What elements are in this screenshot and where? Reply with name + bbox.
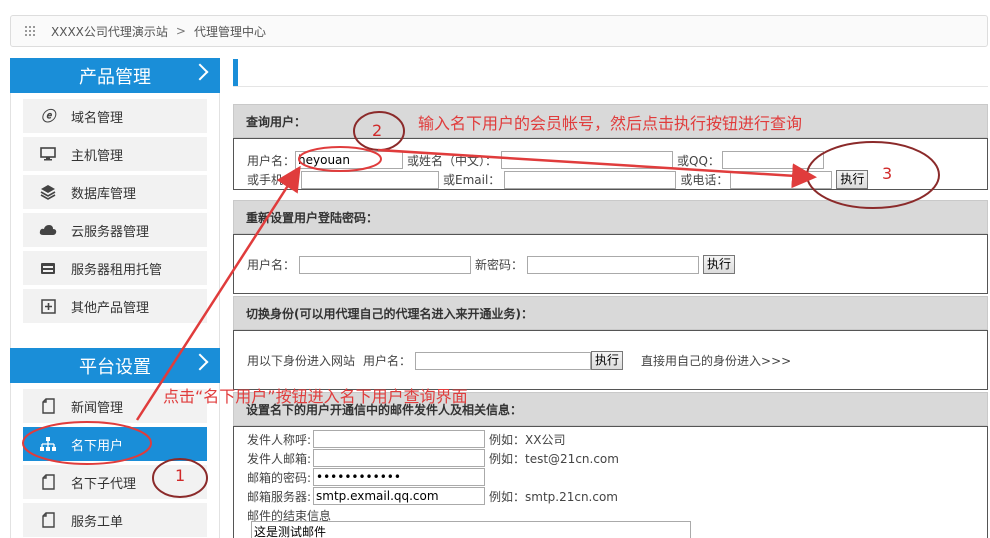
mail-row-server: 邮箱服务器: 例如：smtp.21cn.com	[247, 487, 618, 505]
query-row-2: 或手机： 或Email： 或电话： 执行	[247, 170, 869, 189]
query-username-input[interactable]	[295, 151, 404, 169]
sidebar-item-label: 云服务器管理	[71, 224, 150, 240]
layers-icon	[39, 183, 57, 201]
document-icon	[39, 473, 57, 491]
sidebar-item-server-hosting[interactable]: 服务器租用托管	[23, 251, 207, 285]
step-2-number: 2	[372, 121, 383, 140]
sidebar-item-host[interactable]: 主机管理	[23, 137, 207, 171]
switch-section-title: 切换身份(可以用代理自己的代理名进入来开通业务)：	[233, 296, 988, 330]
platform-menu-title: 平台设置	[79, 356, 151, 378]
platform-menu-header[interactable]: 平台设置	[10, 348, 220, 383]
step-1-number: 1	[175, 466, 186, 485]
switch-section: 用以下身份进入网站 用户名： 执行 直接用自己的身份进入>>>	[233, 330, 988, 390]
server-icon	[39, 259, 57, 277]
sidebar-item-label: 名下子代理	[71, 476, 137, 492]
sidebar-item-label: 其他产品管理	[71, 300, 150, 316]
sender-name-input[interactable]	[313, 430, 485, 448]
sender-email-example: 例如：test@21cn.com	[489, 451, 619, 466]
product-menu-header[interactable]: 产品管理	[10, 58, 220, 93]
sidebar-platform: 平台设置 新闻管理 名下用户 名下子代理 服务工单	[10, 348, 220, 538]
query-execute-button[interactable]: 执行	[836, 170, 869, 189]
reset-section-title: 重新设置用户登陆密码：	[233, 200, 988, 234]
username-label: 用户名：	[363, 354, 412, 368]
sender-name-label: 发件人称呼:	[247, 432, 312, 447]
sender-email-input[interactable]	[313, 449, 485, 467]
sitemap-icon	[39, 435, 57, 453]
document-icon	[39, 397, 57, 415]
phone-label: 或手机：	[247, 173, 296, 187]
mail-row-password: 邮箱的密码:	[247, 468, 485, 486]
sidebar-item-other-products[interactable]: 其他产品管理	[23, 289, 207, 323]
sidebar-item-sub-users[interactable]: 名下用户	[23, 427, 207, 461]
reset-row: 用户名： 新密码： 执行	[247, 255, 736, 274]
reset-password-input[interactable]	[527, 255, 700, 274]
query-name-input[interactable]	[501, 151, 674, 169]
mail-server-example: 例如：smtp.21cn.com	[489, 489, 618, 504]
closing-textarea[interactable]: 这是测试邮件	[251, 521, 691, 538]
page-title-marker	[233, 59, 238, 87]
reset-execute-button[interactable]: 执行	[703, 255, 736, 274]
new-password-label: 新密码：	[475, 258, 524, 272]
switch-row: 用以下身份进入网站 用户名： 执行 直接用自己的身份进入>>>	[247, 351, 791, 370]
plus-box-icon	[39, 297, 57, 315]
mail-row-sender-email: 发件人邮箱: 例如：test@21cn.com	[247, 449, 619, 467]
query-row-1: 用户名： 或姓名（中文）： 或QQ：	[247, 151, 824, 169]
sidebar-product: 产品管理 ⓔ 域名管理 主机管理 数据库管理 云服务器管理 服务器租用托管 其他…	[10, 58, 220, 371]
email-label: 或Email：	[443, 173, 501, 187]
username-label: 用户名：	[247, 258, 296, 272]
chevron-right-icon	[191, 353, 209, 371]
cloud-icon	[39, 221, 57, 239]
monitor-icon	[39, 145, 57, 163]
sidebar-item-label: 主机管理	[71, 148, 124, 164]
sidebar-item-tickets[interactable]: 服务工单	[23, 503, 207, 537]
document-icon	[39, 511, 57, 529]
sender-email-label: 发件人邮箱:	[247, 451, 312, 466]
sidebar-item-label: 新闻管理	[71, 400, 124, 416]
query-tel-input[interactable]	[730, 170, 833, 189]
product-menu-title: 产品管理	[79, 66, 151, 88]
qq-label: 或QQ：	[677, 153, 720, 168]
direct-enter-link[interactable]: 直接用自己的身份进入>>>	[641, 352, 791, 369]
sidebar-item-domain[interactable]: ⓔ 域名管理	[23, 99, 207, 133]
mail-password-label: 邮箱的密码:	[247, 470, 312, 485]
sidebar-item-cloud-server[interactable]: 云服务器管理	[23, 213, 207, 247]
divider	[233, 86, 988, 87]
mail-server-input[interactable]	[313, 487, 485, 505]
annotation-step-1-text: 点击“名下用户”按钮进入名下用户查询界面	[163, 387, 468, 406]
switch-username-input[interactable]	[415, 351, 592, 370]
sidebar-item-label: 数据库管理	[71, 186, 137, 202]
name-label: 或姓名（中文）：	[407, 153, 498, 168]
chevron-right-icon	[191, 63, 209, 81]
mail-row-sender-name: 发件人称呼: 例如：XX公司	[247, 430, 565, 448]
step-3-number: 3	[882, 164, 893, 183]
query-section: 用户名： 或姓名（中文）： 或QQ： 或手机： 或Email： 或电话： 执行	[233, 138, 988, 190]
breadcrumb-separator: >	[175, 24, 186, 38]
query-email-input[interactable]	[504, 170, 677, 189]
username-label: 用户名：	[247, 153, 296, 168]
mail-section: 发件人称呼: 例如：XX公司 发件人邮箱: 例如：test@21cn.com 邮…	[233, 426, 988, 538]
mail-password-input[interactable]	[313, 468, 485, 486]
breadcrumb-site[interactable]: XXXX公司代理演示站	[51, 23, 168, 40]
switch-execute-button[interactable]: 执行	[591, 351, 624, 370]
sidebar-item-label: 服务器租用托管	[71, 262, 163, 278]
breadcrumb: XXXX公司代理演示站 > 代理管理中心	[10, 15, 988, 47]
breadcrumb-current: 代理管理中心	[193, 24, 266, 39]
query-phone-input[interactable]	[301, 170, 440, 189]
sender-name-example: 例如：XX公司	[489, 432, 566, 447]
sidebar-item-label: 名下用户	[71, 438, 124, 454]
annotation-step-2-text: 输入名下用户的会员帐号，然后点击执行按钮进行查询	[418, 114, 803, 133]
sidebar-item-label: 域名管理	[71, 110, 124, 126]
sidebar-item-database[interactable]: 数据库管理	[23, 175, 207, 209]
mail-server-label: 邮箱服务器:	[247, 489, 312, 504]
ie-icon: ⓔ	[41, 109, 55, 125]
reset-section: 用户名： 新密码： 执行	[233, 234, 988, 294]
reset-username-input[interactable]	[299, 255, 472, 274]
tel-label: 或电话：	[680, 173, 729, 187]
grid-icon	[25, 26, 35, 36]
switch-prefix: 用以下身份进入网站	[247, 354, 356, 368]
sidebar-item-label: 服务工单	[71, 514, 124, 530]
query-qq-input[interactable]	[721, 151, 824, 169]
